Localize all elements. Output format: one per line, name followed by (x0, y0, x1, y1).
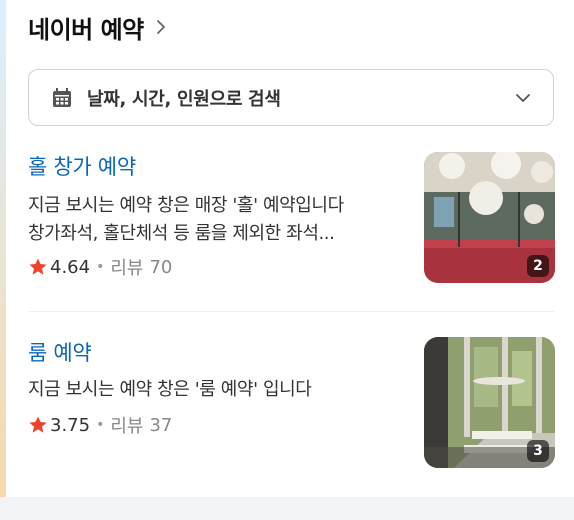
date-time-people-search-dropdown[interactable]: 날짜, 시간, 인원으로 검색 (28, 69, 554, 126)
photo-count-badge: 2 (527, 255, 549, 277)
review-count: 37 (149, 414, 173, 436)
calendar-icon (53, 87, 71, 107)
search-label: 날짜, 시간, 인원으로 검색 (87, 88, 281, 110)
chevron-down-icon (516, 93, 530, 102)
review-label: 리뷰 (110, 258, 144, 279)
separator-dot: • (96, 259, 105, 275)
separator-dot: • (96, 417, 105, 433)
review-label: 리뷰 (110, 416, 144, 437)
rating-value: 3.75 (50, 414, 91, 436)
chevron-right-icon (156, 20, 165, 34)
page-edge-strip (0, 0, 6, 520)
item-divider (28, 311, 554, 312)
star-icon (29, 258, 47, 275)
section-header[interactable]: 네이버 예약 (28, 10, 170, 44)
photo-count-badge: 3 (527, 440, 549, 462)
star-icon (29, 416, 47, 433)
review-count: 70 (149, 256, 173, 278)
section-separator-band (0, 497, 574, 520)
rating-value: 4.64 (50, 256, 91, 278)
item-photo-thumbnail[interactable]: 3 (424, 337, 555, 468)
section-title: 네이버 예약 (28, 15, 144, 44)
item-photo-thumbnail[interactable]: 2 (424, 152, 555, 283)
